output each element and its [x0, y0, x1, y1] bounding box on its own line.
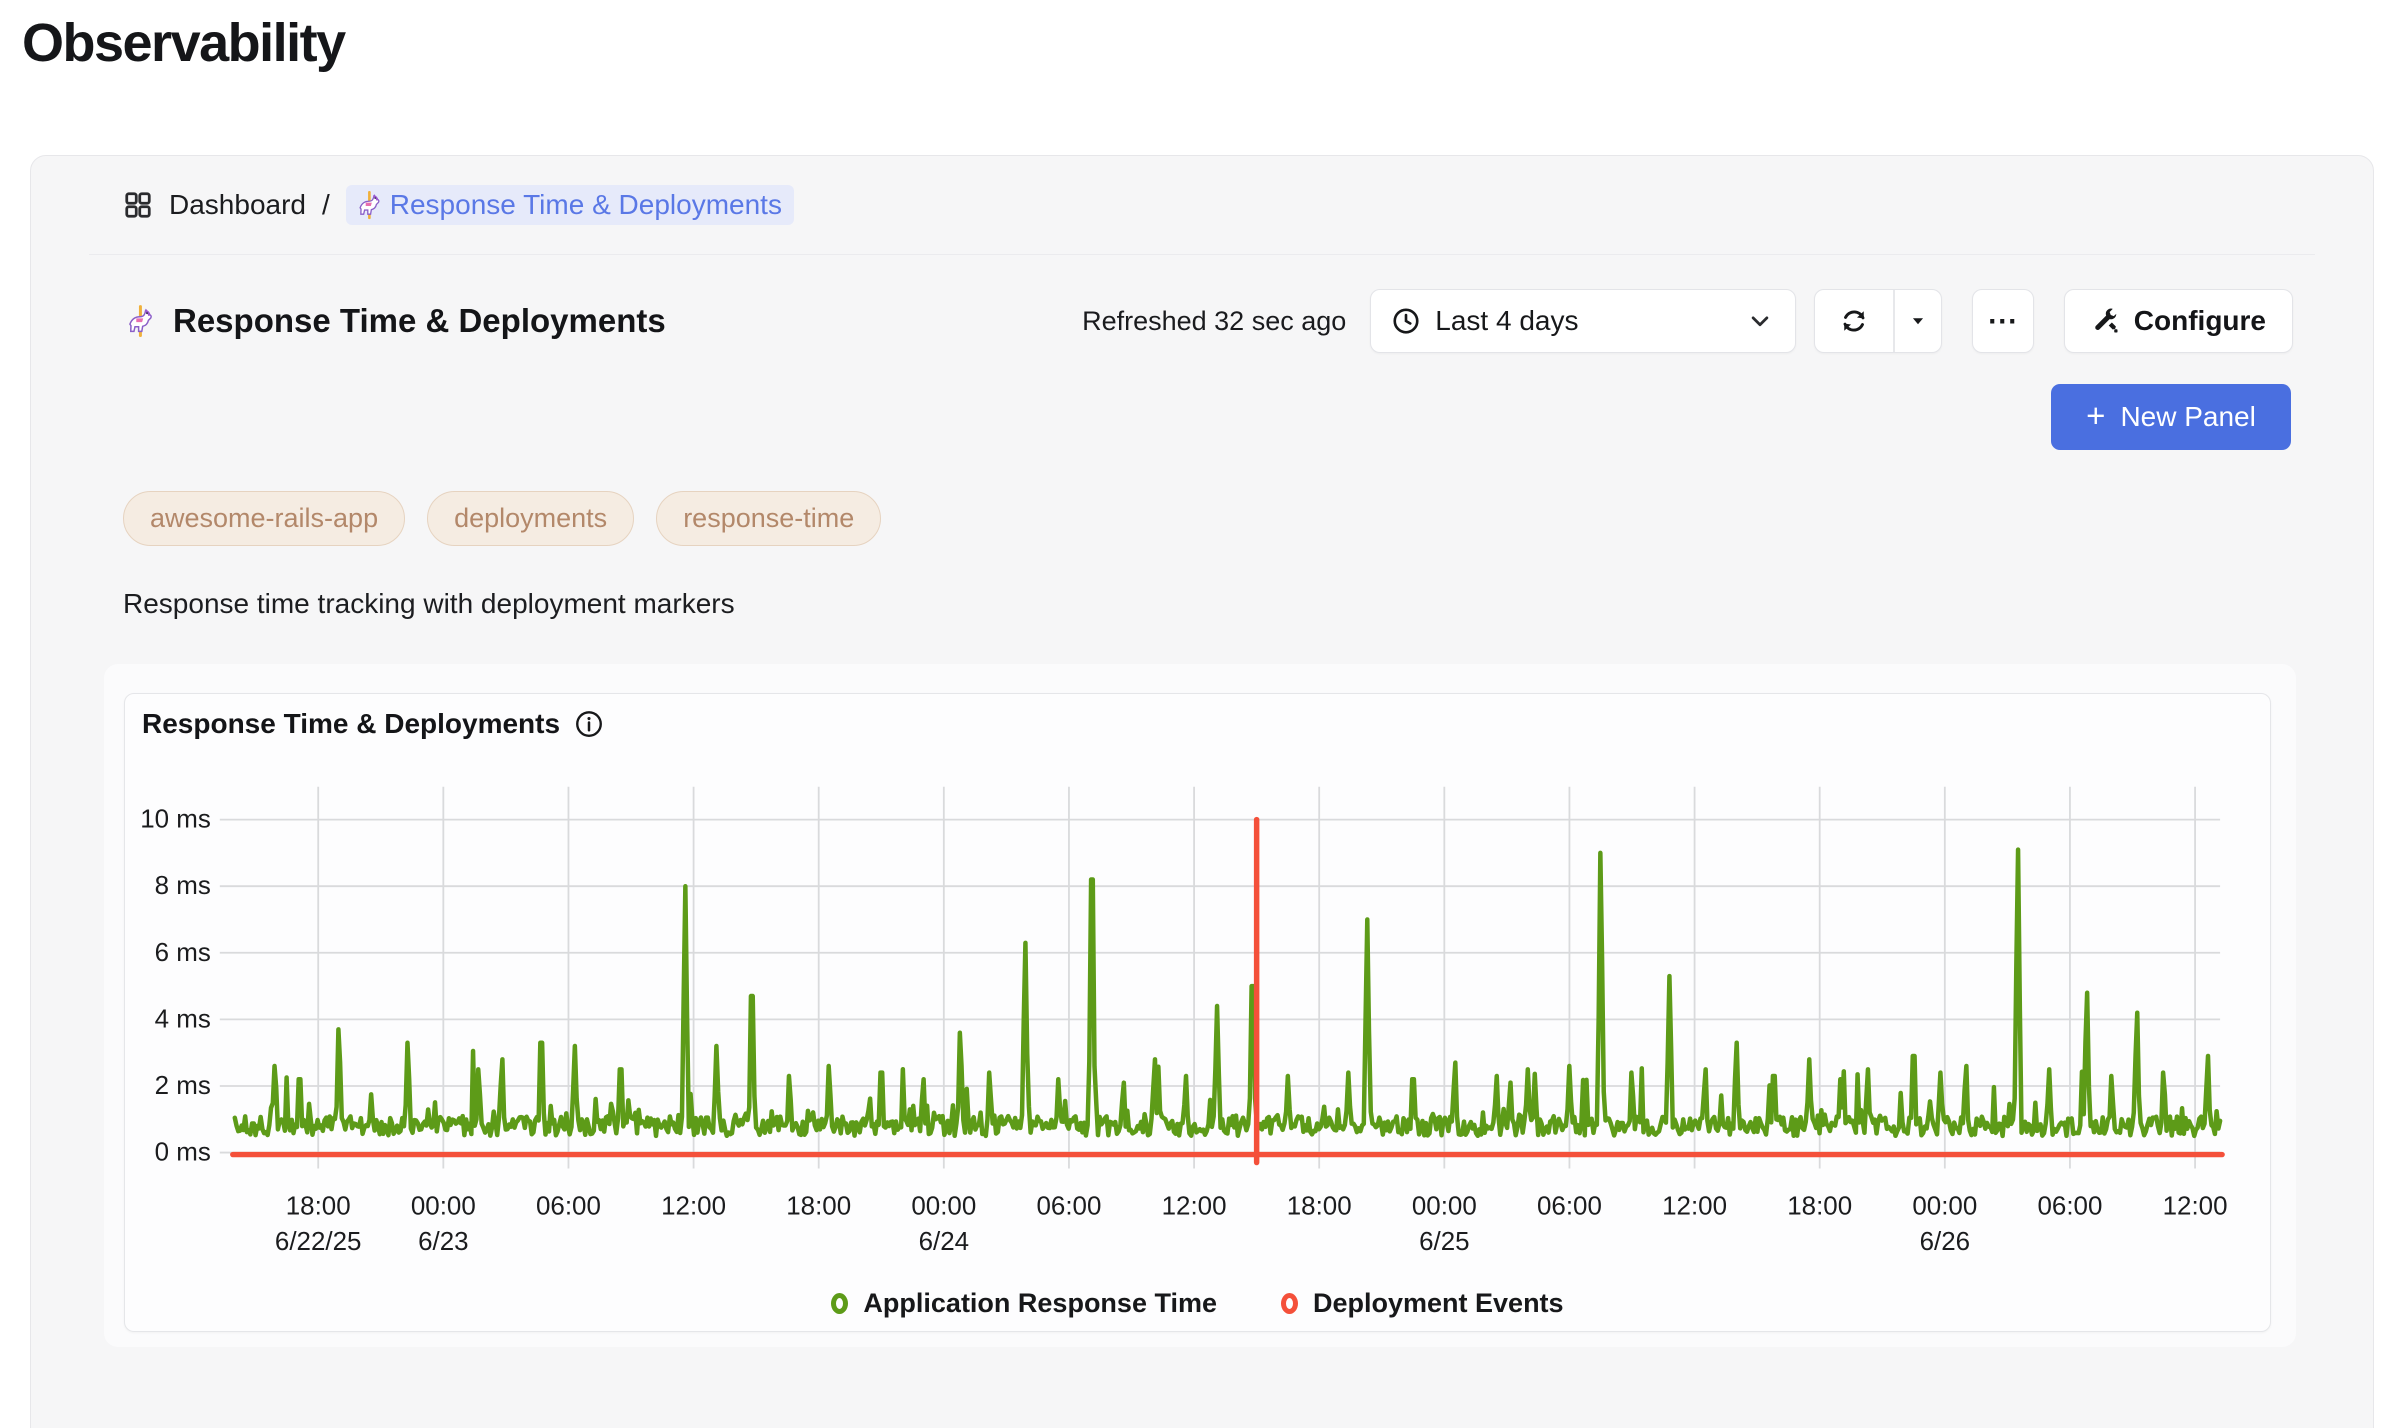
- time-range-value: Last 4 days: [1435, 305, 1578, 337]
- svg-text:8 ms: 8 ms: [155, 872, 211, 900]
- legend-marker-green: [831, 1293, 848, 1314]
- tag-response-time[interactable]: response-time: [656, 491, 881, 546]
- dashboard-grid-icon: [123, 190, 153, 220]
- new-panel-label: New Panel: [2120, 401, 2255, 433]
- svg-text:4 ms: 4 ms: [155, 1005, 211, 1033]
- svg-text:6/24: 6/24: [919, 1228, 969, 1256]
- svg-text:18:00: 18:00: [286, 1192, 351, 1220]
- carousel-horse-icon: [354, 190, 384, 220]
- svg-text:12:00: 12:00: [2163, 1192, 2228, 1220]
- legend-item-application-response-time[interactable]: Application Response Time: [831, 1288, 1217, 1319]
- more-options-button[interactable]: ⋯: [1972, 289, 2034, 353]
- svg-text:6/26: 6/26: [1920, 1228, 1970, 1256]
- svg-text:2 ms: 2 ms: [155, 1072, 211, 1100]
- legend-label: Application Response Time: [863, 1288, 1217, 1319]
- svg-text:6 ms: 6 ms: [155, 939, 211, 967]
- svg-text:12:00: 12:00: [1162, 1192, 1227, 1220]
- breadcrumb-current-link[interactable]: Response Time & Deployments: [346, 185, 794, 225]
- svg-text:06:00: 06:00: [1036, 1192, 1101, 1220]
- svg-text:12:00: 12:00: [661, 1192, 726, 1220]
- refreshed-status: Refreshed 32 sec ago: [1082, 306, 1346, 337]
- chart-card: 0 ms 2 ms 4 ms 6 ms 8 ms 10 ms 18:00 6/22/25 00:…: [124, 693, 2271, 1332]
- refresh-button[interactable]: [1815, 290, 1893, 352]
- panel-heading: Response Time & Deployments: [123, 302, 666, 340]
- response-time-chart: 0 ms 2 ms 4 ms 6 ms 8 ms 10 ms 18:00 6/22/25 00:…: [125, 694, 2270, 1331]
- chart-title-row: Response Time & Deployments: [142, 708, 604, 740]
- caret-down-icon: [1907, 310, 1929, 332]
- configure-button[interactable]: Configure: [2064, 289, 2293, 353]
- breadcrumb-dashboard-link[interactable]: Dashboard: [169, 189, 306, 221]
- svg-text:00:00: 00:00: [911, 1192, 976, 1220]
- svg-text:06:00: 06:00: [1537, 1192, 1602, 1220]
- legend-item-deployment-events[interactable]: Deployment Events: [1281, 1288, 1564, 1319]
- svg-text:00:00: 00:00: [411, 1192, 476, 1220]
- svg-text:06:00: 06:00: [2037, 1192, 2102, 1220]
- chart-section: 0 ms 2 ms 4 ms 6 ms 8 ms 10 ms 18:00 6/22/25 00:…: [104, 664, 2296, 1347]
- svg-text:18:00: 18:00: [786, 1192, 851, 1220]
- tag-awesome-rails-app[interactable]: awesome-rails-app: [123, 491, 405, 546]
- legend-marker-red: [1281, 1293, 1298, 1314]
- chevron-down-icon: [1745, 306, 1775, 336]
- panel-title: Response Time & Deployments: [173, 302, 666, 340]
- svg-text:18:00: 18:00: [1287, 1192, 1352, 1220]
- svg-text:06:00: 06:00: [536, 1192, 601, 1220]
- svg-text:6/22/25: 6/22/25: [275, 1228, 362, 1256]
- observability-page: Observability Dashboard / Response Time …: [0, 0, 2394, 1428]
- configure-label: Configure: [2134, 305, 2266, 337]
- panel-header-row: Response Time & Deployments Refreshed 32…: [123, 286, 2293, 356]
- svg-text:6/23: 6/23: [418, 1228, 468, 1256]
- page-title: Observability: [22, 12, 345, 74]
- carousel-horse-icon: [123, 304, 157, 338]
- svg-text:12:00: 12:00: [1662, 1192, 1727, 1220]
- legend-label: Deployment Events: [1313, 1288, 1564, 1319]
- new-panel-button[interactable]: + New Panel: [2051, 384, 2291, 450]
- header-controls: Refreshed 32 sec ago Last 4 days ⋯: [1082, 289, 2293, 353]
- svg-text:0 ms: 0 ms: [155, 1139, 211, 1167]
- refresh-icon: [1839, 306, 1869, 336]
- panel-description: Response time tracking with deployment m…: [123, 588, 735, 620]
- refresh-split-button: [1814, 289, 1942, 353]
- svg-text:10 ms: 10 ms: [140, 806, 211, 834]
- chart-title: Response Time & Deployments: [142, 708, 560, 740]
- tag-deployments[interactable]: deployments: [427, 491, 634, 546]
- svg-text:6/25: 6/25: [1419, 1228, 1469, 1256]
- svg-text:00:00: 00:00: [1412, 1192, 1477, 1220]
- svg-text:00:00: 00:00: [1912, 1192, 1977, 1220]
- breadcrumb-separator: /: [322, 189, 330, 221]
- clock-icon: [1391, 306, 1421, 336]
- dashboard-card: Dashboard / Response Time & Deployments …: [30, 155, 2374, 1428]
- breadcrumb-current-label: Response Time & Deployments: [390, 189, 782, 221]
- plus-icon: +: [2086, 399, 2105, 432]
- chart-legend: Application Response Time Deployment Eve…: [125, 1288, 2270, 1319]
- tools-icon: [2091, 306, 2121, 336]
- tag-list: awesome-rails-app deployments response-t…: [123, 491, 881, 546]
- time-range-select[interactable]: Last 4 days: [1370, 289, 1796, 353]
- header-divider: [89, 254, 2315, 255]
- breadcrumb: Dashboard / Response Time & Deployments: [123, 182, 794, 228]
- info-icon[interactable]: [574, 709, 604, 739]
- refresh-interval-button[interactable]: [1895, 290, 1941, 352]
- svg-text:18:00: 18:00: [1787, 1192, 1852, 1220]
